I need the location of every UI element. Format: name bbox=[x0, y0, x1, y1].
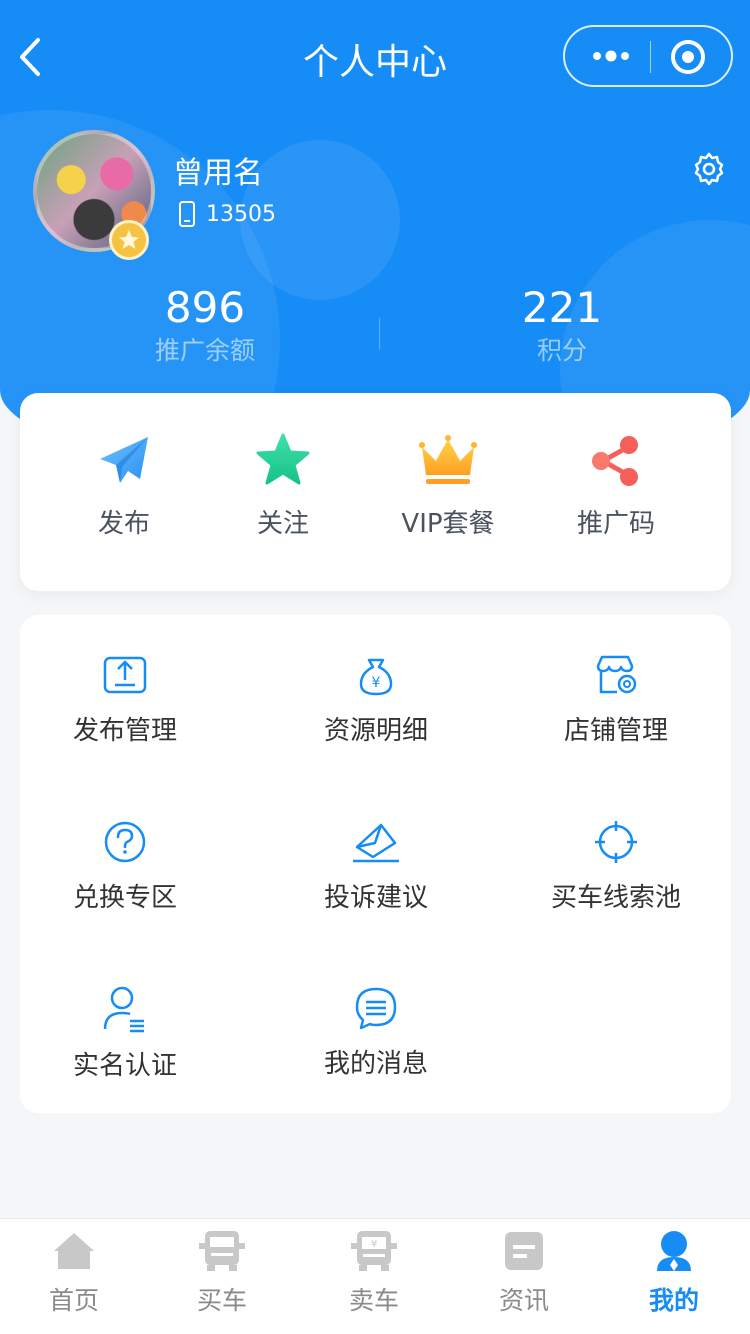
menu-label: 资源明细 bbox=[323, 716, 428, 746]
star-badge-icon bbox=[119, 230, 139, 249]
tab-buy-car[interactable]: 买车 bbox=[162, 1229, 282, 1317]
vip-medal-icon bbox=[109, 220, 149, 260]
tab-home[interactable]: 首页 bbox=[14, 1229, 134, 1317]
menu-item-buyer-leads[interactable]: 买车线索池 bbox=[501, 819, 731, 914]
question-circle-icon bbox=[104, 821, 146, 863]
svg-text:¥: ¥ bbox=[372, 675, 381, 691]
menu-item-publish-management[interactable]: 发布管理 bbox=[10, 652, 240, 747]
menu-item-real-name[interactable]: 实名认证 bbox=[10, 985, 240, 1082]
target-icon bbox=[595, 821, 637, 863]
menu-label: 投诉建议 bbox=[323, 883, 428, 913]
phone-number: 13505 bbox=[206, 201, 276, 227]
star-icon bbox=[256, 433, 310, 485]
shop-settings-icon bbox=[596, 655, 637, 694]
menu-item-resource-details[interactable]: ¥ 资源明细 bbox=[261, 652, 491, 747]
news-icon bbox=[505, 1232, 543, 1270]
stat-divider bbox=[379, 318, 380, 350]
stat-label: 积分 bbox=[536, 336, 587, 365]
money-bag-icon: ¥ bbox=[359, 658, 393, 696]
tab-label: 我的 bbox=[648, 1286, 699, 1315]
crown-icon bbox=[419, 435, 477, 484]
message-bubble-icon bbox=[355, 987, 397, 1030]
tab-label: 买车 bbox=[196, 1286, 247, 1315]
menu-label: 我的消息 bbox=[323, 1049, 428, 1079]
tab-label: 首页 bbox=[48, 1286, 99, 1315]
tab-mine[interactable]: 我的 bbox=[614, 1229, 734, 1317]
quick-item-promo-code[interactable]: 推广码 bbox=[536, 433, 696, 540]
quick-actions-card: 发布 关注 VIP套餐 推广码 bbox=[20, 393, 731, 591]
menu-item-complaints[interactable]: 投诉建议 bbox=[261, 819, 491, 914]
bottom-tab-bar: 首页 买车 ¥ 卖车 资讯 我的 bbox=[0, 1218, 750, 1334]
stat-promotion-balance[interactable]: 896 推广余额 bbox=[55, 283, 355, 369]
menu-label: 发布管理 bbox=[72, 716, 177, 746]
phone-icon bbox=[179, 201, 195, 227]
stats-row: 896 推广余额 221 积分 bbox=[0, 283, 750, 373]
user-id-icon bbox=[103, 986, 144, 1033]
menu-item-my-messages[interactable]: 我的消息 bbox=[261, 985, 491, 1080]
more-dots-icon bbox=[593, 50, 629, 62]
mini-program-capsule bbox=[563, 25, 733, 87]
service-menu-card: 发布管理 ¥ 资源明细 店铺管理 兑换专区 投诉建议 买车线索池 实名认证 我的… bbox=[20, 615, 731, 1113]
truck-sell-icon: ¥ bbox=[351, 1231, 397, 1271]
tab-label: 资讯 bbox=[498, 1286, 549, 1315]
menu-item-shop-management[interactable]: 店铺管理 bbox=[501, 652, 731, 747]
user-icon bbox=[657, 1231, 691, 1271]
share-icon bbox=[592, 436, 638, 486]
quick-item-follow[interactable]: 关注 bbox=[203, 433, 363, 540]
quick-label: 推广码 bbox=[576, 509, 655, 539]
envelope-icon bbox=[353, 823, 399, 863]
stat-points[interactable]: 221 积分 bbox=[412, 283, 712, 369]
upload-box-icon bbox=[103, 656, 147, 694]
navigation-bar: 个人中心 bbox=[0, 0, 750, 112]
menu-label: 实名认证 bbox=[72, 1051, 177, 1081]
menu-label: 店铺管理 bbox=[563, 716, 668, 746]
settings-button[interactable] bbox=[690, 150, 728, 188]
close-button[interactable] bbox=[669, 38, 707, 76]
quick-label: 发布 bbox=[97, 509, 150, 539]
user-name: 曾用名 bbox=[173, 156, 263, 191]
avatar[interactable] bbox=[33, 130, 155, 260]
more-button[interactable] bbox=[587, 41, 635, 71]
stat-value: 221 bbox=[521, 283, 603, 332]
capsule-divider bbox=[650, 41, 651, 73]
target-close-icon bbox=[671, 40, 705, 74]
phone-row: 13505 bbox=[178, 200, 276, 228]
menu-label: 买车线索池 bbox=[550, 883, 681, 913]
quick-item-vip[interactable]: VIP套餐 bbox=[368, 433, 528, 540]
tab-label: 卖车 bbox=[348, 1286, 399, 1315]
menu-label: 兑换专区 bbox=[72, 883, 177, 913]
tab-sell-car[interactable]: ¥ 卖车 bbox=[314, 1229, 434, 1317]
menu-item-exchange-zone[interactable]: 兑换专区 bbox=[10, 819, 240, 914]
stat-label: 推广余额 bbox=[154, 336, 255, 365]
quick-label: VIP套餐 bbox=[401, 509, 495, 539]
truck-icon bbox=[199, 1231, 245, 1271]
tab-news[interactable]: 资讯 bbox=[464, 1229, 584, 1317]
paper-plane-icon bbox=[100, 437, 148, 483]
home-icon bbox=[54, 1233, 94, 1269]
quick-item-publish[interactable]: 发布 bbox=[44, 433, 204, 540]
svg-text:¥: ¥ bbox=[371, 1239, 377, 1250]
stat-value: 896 bbox=[164, 283, 246, 332]
gear-icon bbox=[694, 152, 724, 186]
quick-label: 关注 bbox=[256, 509, 309, 539]
